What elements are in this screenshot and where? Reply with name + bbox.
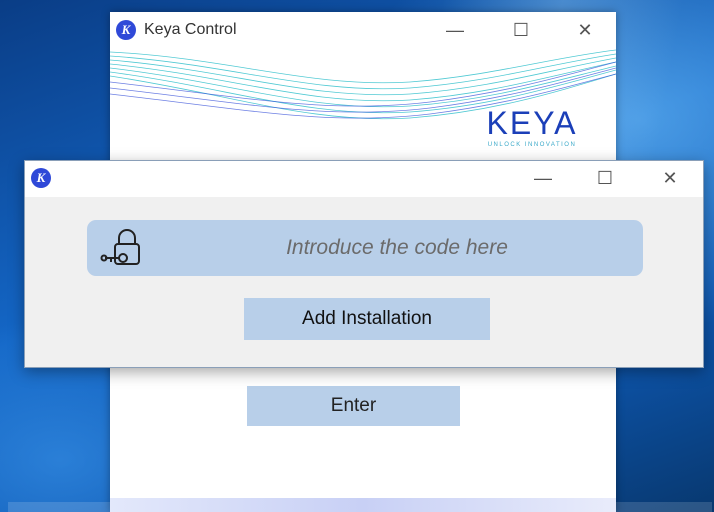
keya-logo-icon: K [116,20,136,40]
keya-logo: KEYA UNLOCK INNOVATION [472,106,592,162]
code-input[interactable] [167,230,627,266]
code-field[interactable] [87,220,643,276]
maximize-button[interactable]: ☐ [506,20,536,40]
window-footer [110,498,616,512]
dialog-maximize-button[interactable]: ☐ [590,168,620,188]
enter-button[interactable]: Enter [247,386,460,426]
dialog-close-button[interactable]: ✕ [655,168,685,188]
dialog-minimize-button[interactable]: — [528,168,558,188]
dialog-title-bar[interactable]: K — ☐ ✕ [25,161,703,197]
logo-tagline: UNLOCK INNOVATION [487,142,577,148]
close-button[interactable]: ✕ [570,20,600,40]
minimize-button[interactable]: — [440,20,470,40]
logo-text: KEYA [486,105,578,141]
keya-logo-icon: K [31,168,51,188]
add-installation-button[interactable]: Add Installation [244,298,490,340]
title-bar[interactable]: K Keya Control — ☐ ✕ [110,12,616,48]
padlock-key-icon [100,229,140,265]
window-title: Keya Control [144,21,237,38]
add-installation-dialog: K — ☐ ✕ Add Installation [24,160,704,368]
